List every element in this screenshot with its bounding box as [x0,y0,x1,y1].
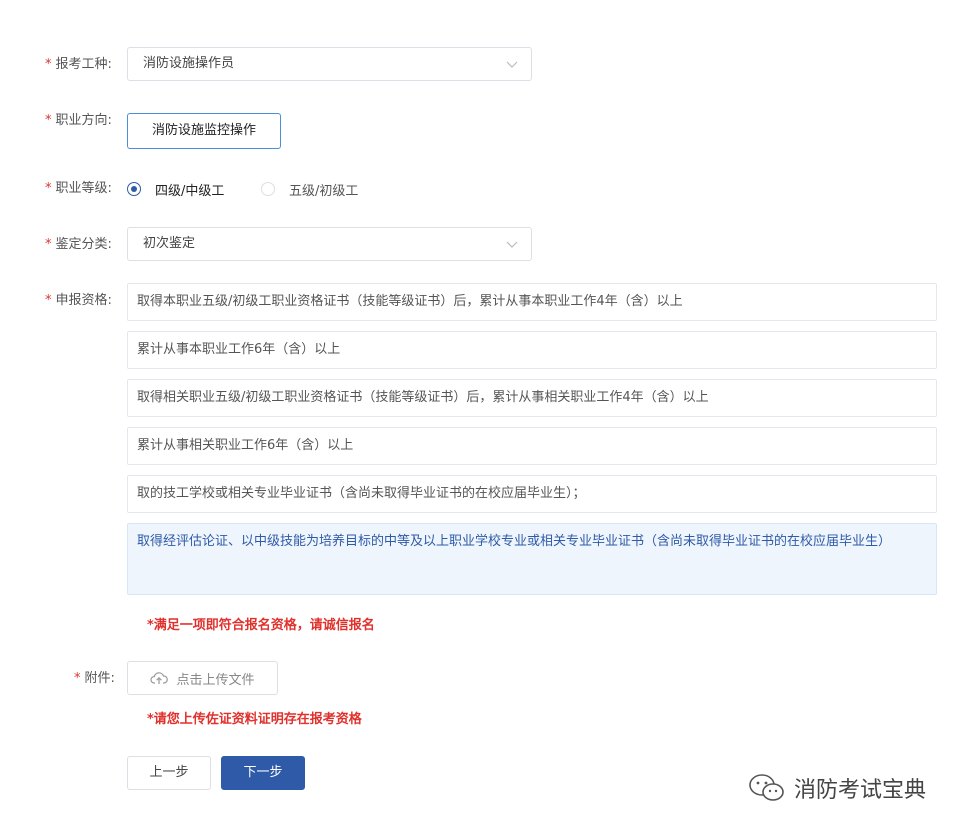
watermark-text: 消防考试宝典 [794,778,927,803]
qualification-option[interactable]: 取的技工学校或相关专业毕业证书（含尚未取得毕业证书的在校应届毕业生）； [127,475,937,513]
level-label: * 职业等级: [45,181,112,196]
radio-unchecked-icon [261,182,275,196]
category-value: 初次鉴定 [143,236,196,251]
direction-option-button[interactable]: 消防设施监控操作 [127,113,281,149]
exam-type-select[interactable]: 消防设施操作员 [127,47,532,81]
exam-registration-form: * 报考工种: 消防设施操作员 * 职业方向: 消防设施监控操作 * 职业等级: 四级… [0,0,969,830]
radio-checked-icon [127,182,141,196]
required-mark: * [45,57,52,72]
attachment-label: * 附件: [74,671,115,686]
exam-type-label: * 报考工种: [45,57,112,72]
direction-label: * 职业方向: [45,113,112,128]
watermark: 消防考试宝典 [748,772,926,804]
qualification-option[interactable]: 取得本职业五级/初级工职业资格证书（技能等级证书）后，累计从事本职业工作4年（含… [127,283,937,321]
attachment-note: *请您上传佐证资料证明存在报考资格 [147,712,362,727]
qualification-note: *满足一项即符合报名资格，请诚信报名 [147,618,375,633]
qualification-label: * 申报资格: [45,293,112,308]
level-radio-intermediate[interactable]: 四级/中级工 [127,179,224,199]
exam-type-value: 消防设施操作员 [143,56,235,71]
prev-step-button[interactable]: 上一步 [127,756,211,790]
upload-file-button[interactable]: 点击上传文件 [127,661,278,695]
level-radio-junior[interactable]: 五级/初级工 [261,179,358,199]
next-step-button[interactable]: 下一步 [221,756,305,790]
category-label: * 鉴定分类: [45,237,112,252]
wechat-icon [749,774,784,801]
qualification-option[interactable]: 取得相关职业五级/初级工职业资格证书（技能等级证书）后，累计从事相关职业工作4年… [127,379,937,417]
category-select[interactable]: 初次鉴定 [127,227,532,261]
qualification-option[interactable]: 累计从事本职业工作6年（含）以上 [127,331,937,369]
chevron-down-icon [506,241,518,248]
qualification-option[interactable]: 累计从事相关职业工作6年（含）以上 [127,427,937,465]
chevron-down-icon [506,61,518,68]
qualification-option-selected[interactable]: 取得经评估论证、以中级技能为培养目标的中等及以上职业学校专业或相关专业毕业证书（… [127,523,937,595]
upload-label: 点击上传文件 [176,672,255,688]
cloud-upload-icon [150,672,169,684]
